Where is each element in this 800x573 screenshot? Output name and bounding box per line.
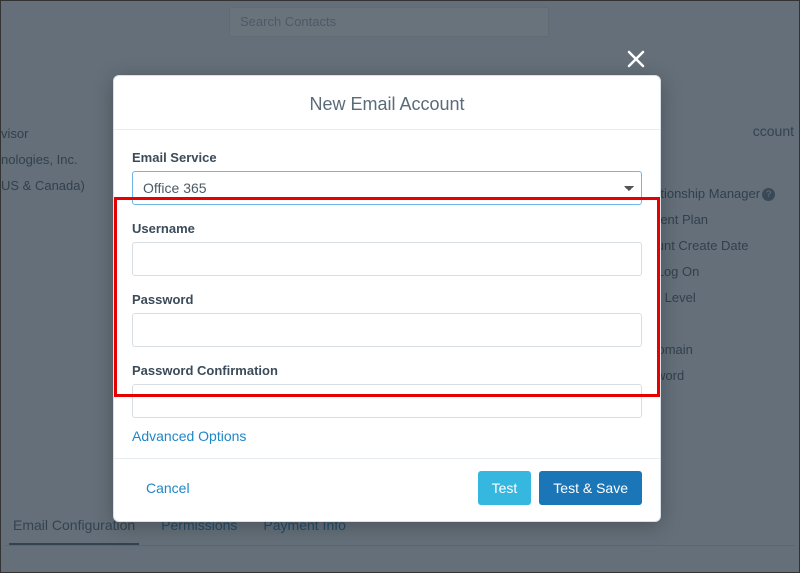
test-button[interactable]: Test	[478, 471, 532, 505]
username-input[interactable]	[132, 242, 642, 276]
password-confirmation-label: Password Confirmation	[132, 363, 642, 378]
email-service-select[interactable]: Office 365	[132, 171, 642, 205]
close-icon[interactable]	[626, 49, 646, 69]
advanced-options-link[interactable]: Advanced Options	[132, 428, 246, 444]
new-email-account-modal: New Email Account Email Service Office 3…	[113, 75, 661, 522]
modal-body: Email Service Office 365 Username Passwo…	[114, 130, 660, 458]
username-label: Username	[132, 221, 642, 236]
password-confirmation-input[interactable]	[132, 384, 642, 418]
email-service-label: Email Service	[132, 150, 642, 165]
modal-title: New Email Account	[114, 76, 660, 130]
password-input[interactable]	[132, 313, 642, 347]
modal-footer: Cancel Test Test & Save	[114, 458, 660, 521]
test-and-save-button[interactable]: Test & Save	[539, 471, 642, 505]
cancel-button[interactable]: Cancel	[132, 471, 204, 505]
password-label: Password	[132, 292, 642, 307]
